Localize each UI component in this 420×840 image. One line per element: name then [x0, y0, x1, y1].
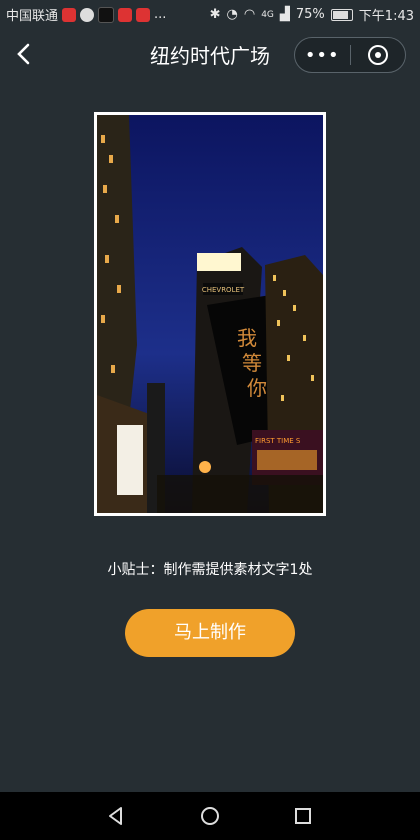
nav-home-button[interactable] — [194, 800, 226, 832]
billboard-char-2: 等 — [242, 351, 262, 375]
capsule-menu: ••• — [294, 37, 406, 73]
carrier-label: 中国联通 — [6, 9, 59, 24]
notification-app-icon-3 — [136, 7, 151, 22]
battery-percent: 75% — [295, 7, 325, 22]
status-bar: 中国联通 ... ✱ ◔ ◠ 4G ▟ 75% 下午1:43 — [0, 0, 420, 28]
notification-app-icon-2 — [118, 7, 133, 22]
more-dots-icon: ••• — [304, 44, 340, 66]
network-type: 4G — [261, 9, 274, 20]
neon-sign-text: FIRST TIME S — [255, 437, 301, 445]
times-square-image: CHEVROLET 我 等 你 FIRST TIME S — [97, 115, 323, 513]
template-preview[interactable]: CHEVROLET 我 等 你 FIRST TIME S — [94, 112, 326, 516]
status-left: 中国联通 ... — [6, 5, 166, 24]
billboard-char-1: 我 — [237, 326, 257, 350]
tiktok-icon — [98, 6, 115, 23]
target-icon — [367, 45, 388, 65]
status-right: ✱ ◔ ◠ 4G ▟ 75% 下午1:43 — [210, 5, 414, 24]
notification-app-icon — [62, 7, 77, 22]
make-now-button[interactable]: 马上制作 — [125, 609, 295, 657]
triangle-back-icon — [109, 807, 122, 825]
square-recents-icon — [295, 808, 311, 824]
system-nav-bar — [0, 792, 420, 840]
signal-icon: ▟ — [279, 7, 290, 22]
alarm-icon: ◔ — [226, 7, 238, 22]
battery-icon — [330, 8, 353, 21]
more-button[interactable]: ••• — [295, 45, 350, 66]
wifi-icon: ◠ — [243, 7, 256, 22]
nav-back-button[interactable] — [100, 800, 132, 832]
message-bubble-icon — [80, 7, 95, 22]
close-miniprogram-button[interactable] — [350, 45, 405, 65]
billboard-char-3: 你 — [247, 376, 267, 400]
nav-recents-button[interactable] — [287, 800, 319, 832]
title-bar: 纽约时代广场 ••• — [0, 28, 420, 80]
brand-sign: CHEVROLET — [202, 286, 245, 294]
circle-home-icon — [201, 807, 219, 825]
bluetooth-icon: ✱ — [209, 7, 221, 22]
clock: 下午1:43 — [358, 9, 414, 24]
tip-text: 小贴士：制作需提供素材文字1处 — [107, 562, 313, 578]
more-notifications: ... — [154, 7, 167, 22]
